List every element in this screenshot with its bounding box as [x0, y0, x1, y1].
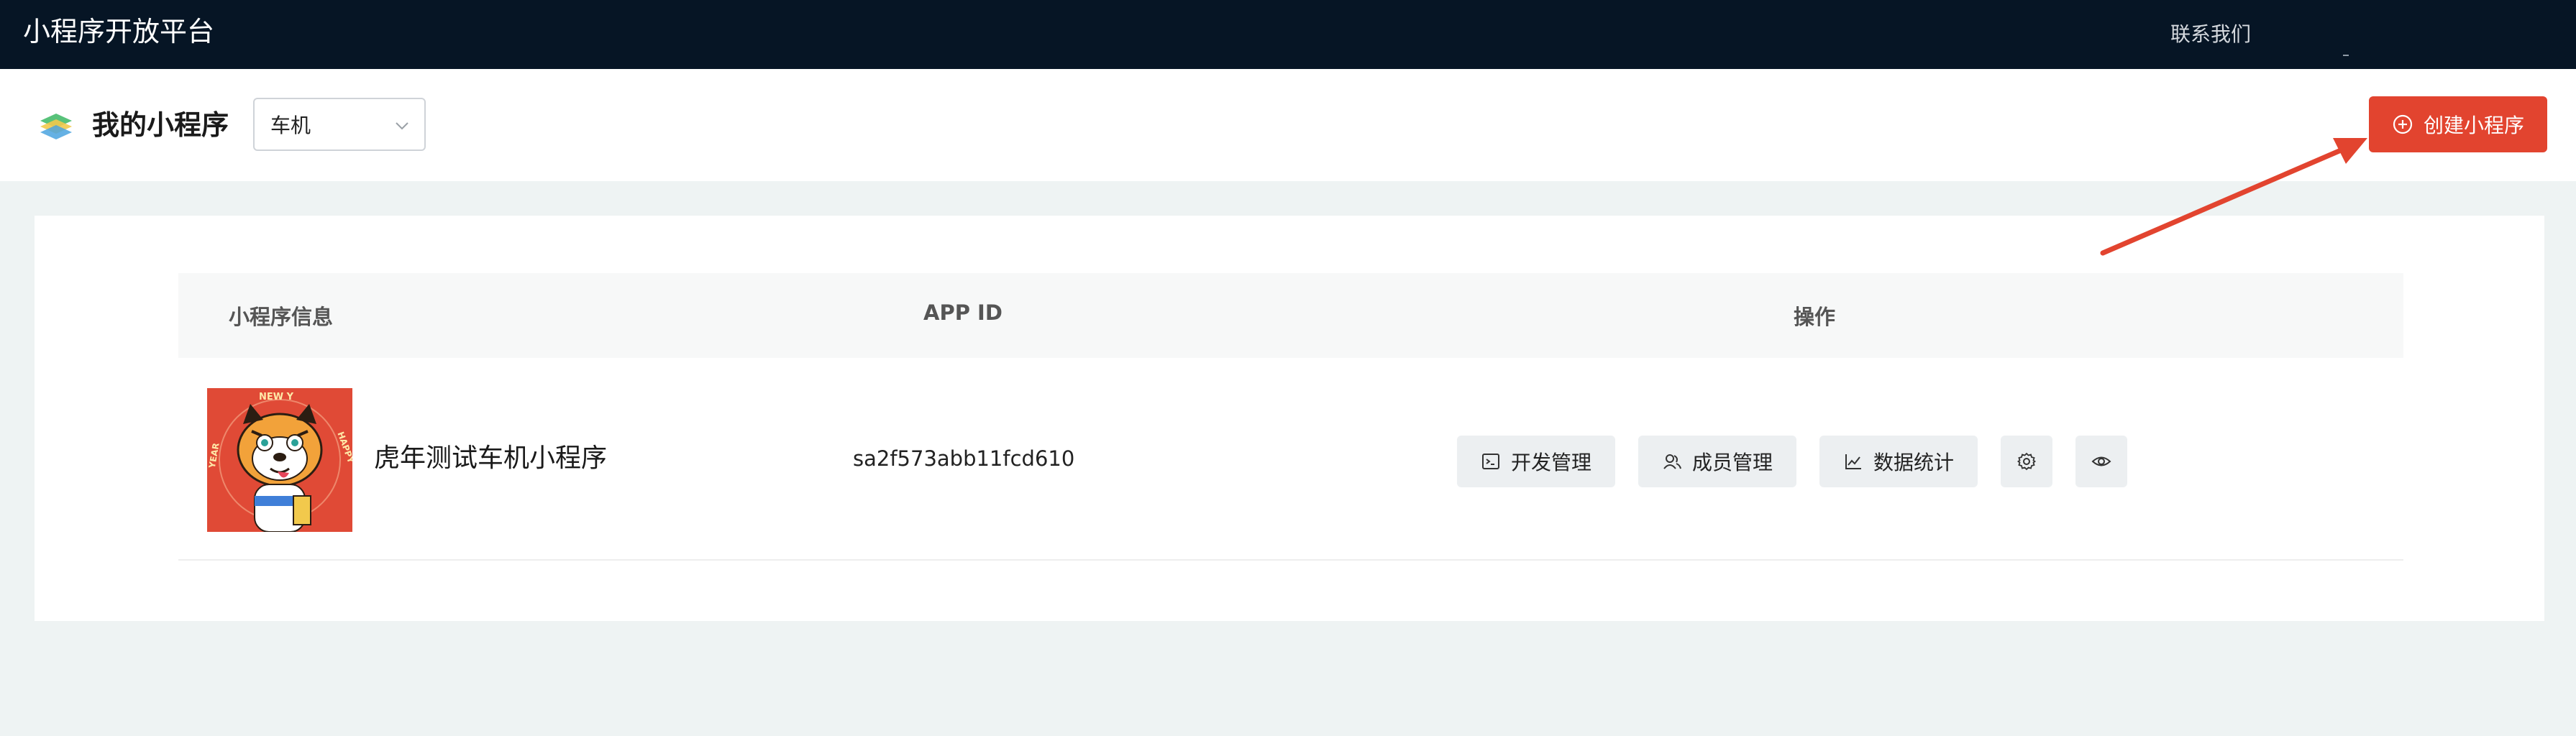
preview-button[interactable] — [2075, 436, 2127, 487]
column-header-appid: APP ID — [923, 300, 1002, 325]
category-select-value: 车机 — [270, 114, 311, 137]
create-miniapp-label: 创建小程序 — [2423, 114, 2524, 137]
create-miniapp-button[interactable]: 创建小程序 — [2369, 96, 2547, 152]
table-row: NEW Y YEAR HAPPY 虎年测试车机小程序 sa2f573abb11f… — [178, 358, 2403, 561]
member-management-label: 成员管理 — [1691, 451, 1773, 474]
top-navbar: 小程序开放平台 联系我们 — [0, 0, 2576, 69]
platform-brand[interactable]: 小程序开放平台 — [23, 13, 214, 50]
gear-icon — [2017, 452, 2036, 471]
logo-icon — [40, 114, 72, 139]
miniapp-appid: sa2f573abb11fcd610 — [853, 446, 1075, 471]
data-stats-label: 数据统计 — [1873, 451, 1954, 474]
eye-icon — [2091, 456, 2111, 466]
table-header: 小程序信息 APP ID 操作 — [178, 273, 2403, 358]
chart-line-icon — [1845, 454, 1861, 469]
miniapp-list-card: 小程序信息 APP ID 操作 NEW Y YEAR HAPPY 虎年测试车机小… — [35, 216, 2544, 621]
column-header-info: 小程序信息 — [229, 305, 334, 329]
category-select[interactable]: 车机 — [253, 98, 426, 151]
terminal-icon — [1481, 454, 1499, 469]
miniapp-name[interactable]: 虎年测试车机小程序 — [374, 440, 607, 477]
dev-management-button[interactable]: 开发管理 — [1457, 436, 1615, 487]
page-title: 我的小程序 — [92, 109, 229, 141]
page-header: 我的小程序 车机 创建小程序 — [0, 69, 2576, 181]
column-header-actions: 操作 — [1794, 305, 1836, 329]
miniapp-thumbnail[interactable]: NEW Y YEAR HAPPY — [207, 388, 352, 532]
member-management-button[interactable]: 成员管理 — [1638, 436, 1796, 487]
tiger-avatar-image: NEW Y YEAR HAPPY — [207, 388, 352, 532]
plus-circle-icon — [2393, 114, 2413, 134]
settings-button[interactable] — [2001, 436, 2052, 487]
data-stats-button[interactable]: 数据统计 — [1819, 436, 1978, 487]
dev-management-label: 开发管理 — [1510, 451, 1591, 474]
members-icon — [1663, 454, 1681, 469]
user-menu-caret[interactable] — [2343, 55, 2349, 56]
contact-us-link[interactable]: 联系我们 — [2170, 20, 2251, 49]
chevron-down-icon — [396, 122, 408, 130]
thumb-arc-top: NEW Y — [259, 392, 294, 402]
